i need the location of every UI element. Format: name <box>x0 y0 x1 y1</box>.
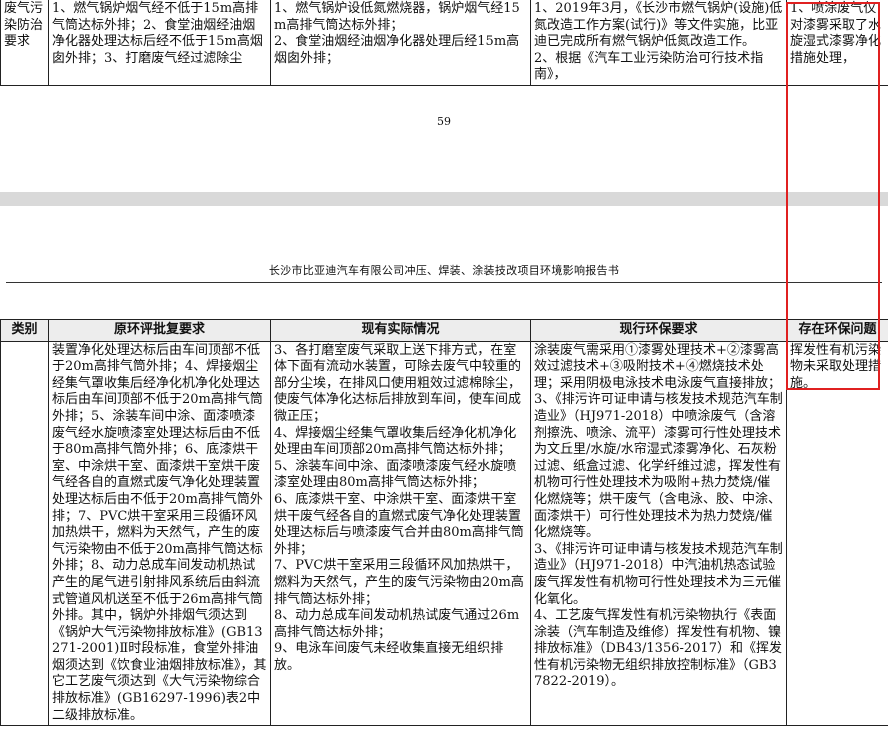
original-requirement-cell: 1、燃气锅炉烟气经不低于15m高排气筒达标外排；2、食堂油烟经油烟净化器处理达标… <box>48 0 271 86</box>
header-current-requirement: 现行环保要求 <box>530 319 787 342</box>
original-requirement-cell: 装置净化处理达标后由车间顶部不低于20m高排气筒外排；4、焊接烟尘经集气罩收集后… <box>48 340 271 727</box>
header-row: 类别 原环评批复要求 现有实际情况 现行环保要求 存在环保问题 <box>0 319 888 342</box>
page-number: 59 <box>437 115 451 128</box>
current-requirement-cell: 涂装废气需采用①漆雾处理技术+②漆雾高效过滤技术+③吸附技术+④燃烧技术处理；采… <box>530 340 787 727</box>
table-row: 废气污染防治要求 1、燃气锅炉烟气经不低于15m高排气筒达标外排；2、食堂油烟经… <box>0 0 888 86</box>
page-gap <box>0 192 888 206</box>
top-table: 废气污染防治要求 1、燃气锅炉烟气经不低于15m高排气筒达标外排；2、食堂油烟经… <box>0 0 888 86</box>
page-top: 废气污染防治要求 1、燃气锅炉烟气经不低于15m高排气筒达标外排；2、食堂油烟经… <box>0 0 888 192</box>
page-bottom: 长沙市比亚迪汽车有限公司冲压、焊装、涂装技改项目环境影响报告书 类别 原环评批复… <box>0 206 888 747</box>
header-divider <box>6 282 882 283</box>
header-current-situation: 现有实际情况 <box>270 319 531 342</box>
category-cell <box>0 340 49 727</box>
header-category: 类别 <box>0 319 49 342</box>
header-problem: 存在环保问题 <box>786 319 888 342</box>
problem-cell: 1、喷涂废气仅对漆雾采取了水旋湿式漆雾净化措施处理， <box>786 0 888 86</box>
problem-cell: 挥发性有机污染物未采取处理措施。 <box>786 340 888 727</box>
header-original-requirement: 原环评批复要求 <box>48 319 271 342</box>
report-header: 长沙市比亚迪汽车有限公司冲压、焊装、涂装技改项目环境影响报告书 <box>268 264 620 277</box>
current-requirement-cell: 1、2019年3月，《长沙市燃气锅炉(设施)低氮改造工作方案(试行)》等文件实施… <box>530 0 787 86</box>
category-cell: 废气污染防治要求 <box>0 0 49 86</box>
current-situation-cell: 3、各打磨室废气采取上送下排方式，在室体下面有流动水装置，可除去废气中较重的部分… <box>270 340 531 727</box>
bottom-table: 类别 原环评批复要求 现有实际情况 现行环保要求 存在环保问题 装置净化处理达标… <box>0 319 888 727</box>
table-row: 装置净化处理达标后由车间顶部不低于20m高排气筒外排；4、焊接烟尘经集气罩收集后… <box>0 340 888 727</box>
current-situation-cell: 1、燃气锅炉设低氮燃烧器，锅炉烟气经15m高排气筒达标外排； 2、食堂油烟经油烟… <box>270 0 531 86</box>
